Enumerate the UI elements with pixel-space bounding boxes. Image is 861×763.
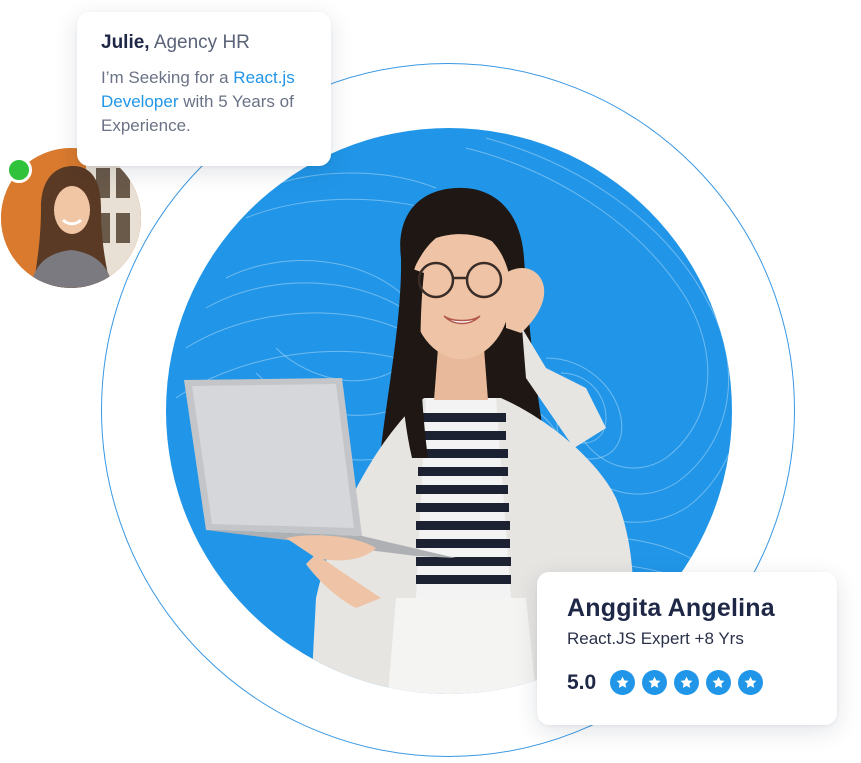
recruiter-request-card: Julie, Agency HR I’m Seeking for a React… (77, 12, 331, 166)
recruiter-title: Julie, Agency HR (101, 30, 309, 56)
developer-profile-card: Anggita Angelina React.JS Expert +8 Yrs … (537, 572, 837, 725)
rating-row: 5.0 (567, 670, 837, 695)
star-icon (642, 670, 668, 695)
rating-value: 5.0 (567, 670, 597, 694)
recruiter-name: Julie, (101, 32, 150, 53)
developer-subtitle: React.JS Expert +8 Yrs (567, 629, 744, 648)
developer-name: Anggita Angelina (567, 594, 775, 622)
star-icon (674, 670, 700, 695)
star-icon (738, 670, 764, 695)
recruiter-role: Agency HR (153, 32, 250, 53)
star-icon (706, 670, 732, 695)
hero-illustration: Julie, Agency HR I’m Seeking for a React… (0, 0, 861, 763)
recruiter-message: I’m Seeking for a React.js Developer wit… (101, 66, 309, 138)
rating-stars (610, 670, 770, 695)
message-text: I’m Seeking for a (101, 68, 229, 87)
star-icon (610, 670, 636, 695)
online-status-icon (6, 157, 32, 183)
